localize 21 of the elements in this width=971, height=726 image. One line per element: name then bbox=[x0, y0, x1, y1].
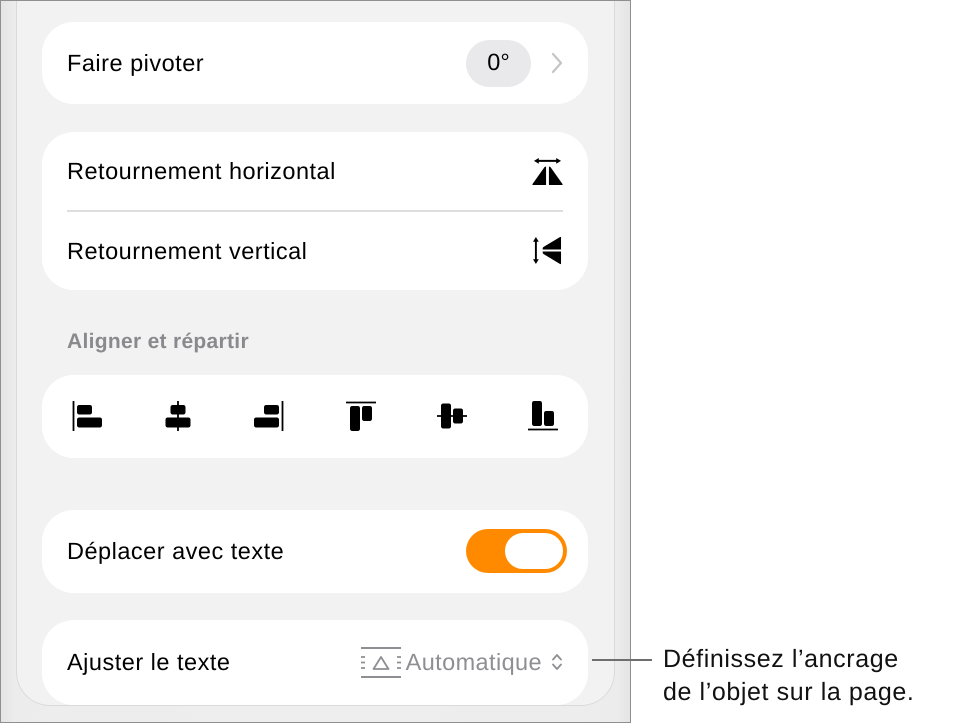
align-center-icon[interactable] bbox=[163, 401, 194, 431]
chevron-right-icon bbox=[551, 52, 563, 74]
rotate-label: Faire pivoter bbox=[67, 49, 206, 77]
align-bottom-icon[interactable] bbox=[528, 401, 558, 431]
rotation-value-button[interactable]: 0° bbox=[466, 40, 531, 86]
wrap-text-label: Ajuster le texte bbox=[67, 648, 232, 676]
section-heading: Aligner et répartir bbox=[67, 328, 250, 354]
callout-text: Définissez l’ancrage de l’objet sur la page. bbox=[663, 644, 916, 708]
flip-horizontal-button[interactable]: Retournement horizontal bbox=[42, 132, 588, 210]
flip-vertical-icon bbox=[532, 236, 563, 265]
toggle-switch[interactable] bbox=[466, 529, 567, 573]
wrap-text-icon bbox=[360, 646, 401, 678]
align-right-icon[interactable] bbox=[254, 401, 284, 431]
align-middle-icon[interactable] bbox=[436, 401, 467, 431]
align-top-icon[interactable] bbox=[346, 401, 376, 431]
flip-horizontal-icon bbox=[532, 156, 563, 186]
move-with-text-label: Déplacer avec texte bbox=[67, 537, 286, 565]
leader-line bbox=[592, 659, 652, 661]
up-down-chevron-icon bbox=[551, 653, 563, 671]
flip-vertical-button[interactable]: Retournement vertical bbox=[42, 212, 588, 290]
align-left-icon[interactable] bbox=[72, 401, 102, 431]
